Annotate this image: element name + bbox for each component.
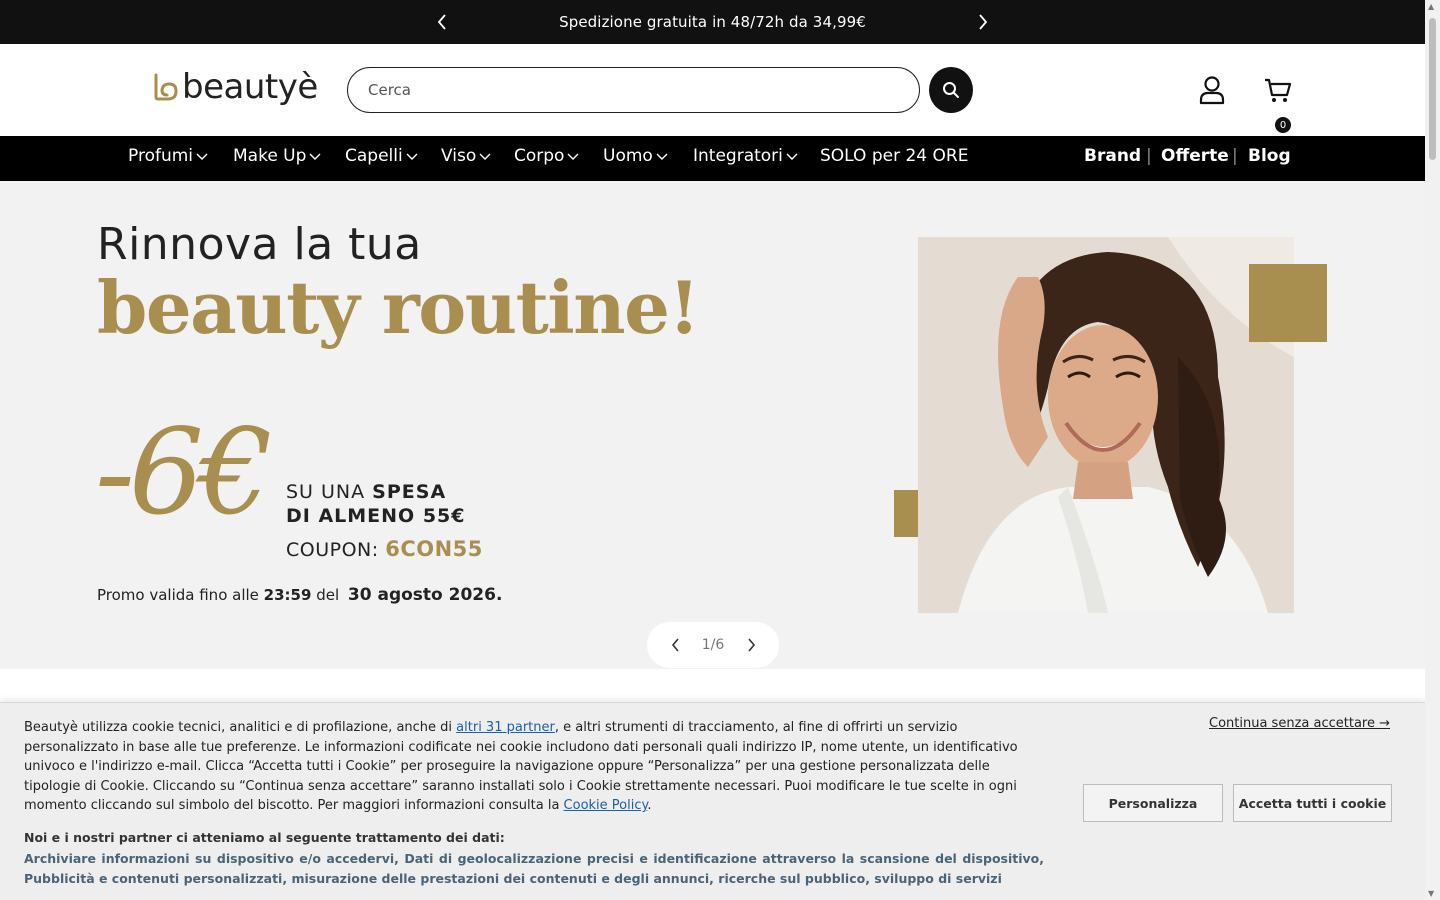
nav-link-blog[interactable]: Blog: [1248, 146, 1291, 166]
user-icon: [1199, 76, 1225, 105]
cookie-text-part: Beautyè utilizza cookie tecnici, analiti…: [24, 720, 457, 735]
promo-time: 23:59: [263, 586, 312, 604]
nav-item-corpo[interactable]: Corpo: [514, 146, 579, 166]
cookie-policy-link[interactable]: Cookie Policy: [564, 798, 648, 813]
logo-text: beautyè: [182, 67, 318, 107]
nav-item-label: Make Up: [233, 146, 307, 166]
cookie-banner: Beautyè utilizza cookie tecnici, analiti…: [0, 702, 1425, 900]
nav-item-label: Uomo: [603, 146, 653, 166]
hero-headline: Rinnova la tua: [97, 219, 422, 270]
account-button[interactable]: [1196, 74, 1228, 106]
cookie-text-part: .: [647, 798, 652, 814]
promo-date: 30 agosto 2026.: [347, 585, 503, 605]
search-input[interactable]: [347, 67, 920, 113]
search-icon: [943, 82, 959, 98]
chevron-down-icon: [656, 153, 668, 160]
cart-icon: [1265, 78, 1292, 102]
logo[interactable]: beautyè: [152, 70, 318, 104]
slider-pager: 1/6: [647, 622, 779, 668]
heart-logo-icon: [154, 73, 178, 101]
hero-headline-accent: beauty routine!: [97, 265, 700, 350]
cart-button[interactable]: [1262, 74, 1294, 106]
hero-discount: -6€: [95, 403, 273, 541]
partners-link[interactable]: altri 31 partner: [456, 720, 555, 735]
nav-item-label: SOLO per 24 ORE: [820, 146, 969, 166]
chevron-down-icon: [406, 153, 418, 160]
site-header: beautyè 0: [0, 44, 1425, 136]
nav-item-label: Capelli: [345, 146, 403, 166]
announcement-text: Spedizione gratuita in 48/72h da 34,99€: [559, 13, 866, 31]
nav-item-label: Viso: [441, 146, 477, 166]
slide-indicator: 1/6: [701, 637, 725, 653]
accept-all-button[interactable]: Accetta tutti i cookie: [1233, 784, 1392, 822]
chevron-down-icon: [479, 153, 491, 160]
nav-item-solo-24-ore[interactable]: SOLO per 24 ORE: [820, 146, 968, 166]
hero-offer-line-1: SU UNA SPESA: [286, 481, 446, 503]
slider-next-button[interactable]: [741, 635, 761, 655]
search-button[interactable]: [929, 67, 973, 113]
cookie-text: Beautyè utilizza cookie tecnici, analiti…: [24, 718, 1024, 816]
chevron-down-icon: [196, 153, 208, 160]
nav-item-uomo[interactable]: Uomo: [603, 146, 668, 166]
nav-item-label: Integratori: [693, 146, 783, 166]
nav-item-label: Profumi: [128, 146, 194, 166]
hero-banner[interactable]: Rinnova la tua beauty routine! -6€ SU UN…: [0, 181, 1425, 669]
nav-divider: |: [1232, 146, 1238, 166]
chevron-left-icon: [437, 14, 446, 30]
nav-item-viso[interactable]: Viso: [441, 146, 491, 166]
decorative-square: [1249, 264, 1327, 342]
scroll-down-icon[interactable]: ▼: [1428, 889, 1434, 898]
announcement-next-button[interactable]: [971, 10, 995, 34]
promo-text: del: [311, 586, 344, 604]
scroll-up-icon[interactable]: ▲: [1428, 2, 1434, 11]
nav-link-brand[interactable]: Brand: [1084, 146, 1141, 166]
purposes-title: Noi e i nostri partner ci atteniamo al s…: [24, 830, 505, 845]
nav-link-offerte[interactable]: Offerte: [1161, 146, 1229, 166]
announcement-bar: Spedizione gratuita in 48/72h da 34,99€: [0, 0, 1425, 44]
hero-offer-line-2: DI ALMENO 55€: [286, 505, 466, 527]
coupon-code: 6CON55: [385, 537, 483, 561]
chevron-down-icon: [567, 153, 579, 160]
chevron-left-icon: [671, 638, 679, 652]
scrollbar-thumb[interactable]: [1429, 18, 1436, 160]
continue-without-accepting-link[interactable]: Continua senza accettare →: [1209, 716, 1390, 731]
hero-offer-bold: SPESA: [372, 481, 447, 503]
coupon-label: COUPON:: [286, 539, 386, 561]
nav-item-integratori[interactable]: Integratori: [693, 146, 798, 166]
slider-prev-button[interactable]: [665, 635, 685, 655]
chevron-right-icon: [747, 638, 755, 652]
nav-divider: |: [1146, 146, 1152, 166]
chevron-down-icon: [309, 153, 321, 160]
chevron-right-icon: [979, 14, 988, 30]
customize-button[interactable]: Personalizza: [1083, 784, 1223, 822]
hero-coupon: COUPON: 6CON55: [286, 537, 483, 561]
chevron-down-icon: [786, 153, 798, 160]
announcement-prev-button[interactable]: [430, 10, 454, 34]
nav-item-profumi[interactable]: Profumi: [128, 146, 208, 166]
hero-offer-text: SU UNA: [286, 481, 373, 503]
main-nav: Profumi Make Up Capelli Viso Corpo Uomo …: [0, 136, 1425, 181]
page-scrollbar[interactable]: ▲ ▼: [1425, 0, 1440, 900]
nav-item-capelli[interactable]: Capelli: [345, 146, 418, 166]
purposes-list: Archiviare informazioni su dispositivo e…: [24, 851, 1044, 886]
cart-count-badge: 0: [1274, 116, 1292, 134]
nav-item-label: Corpo: [514, 146, 565, 166]
hero-promo-note: Promo valida fino alle 23:59 del 30 agos…: [97, 585, 502, 605]
hero-model-photo: [918, 237, 1294, 613]
nav-item-make-up[interactable]: Make Up: [233, 146, 321, 166]
promo-text: Promo valida fino alle: [97, 586, 264, 604]
